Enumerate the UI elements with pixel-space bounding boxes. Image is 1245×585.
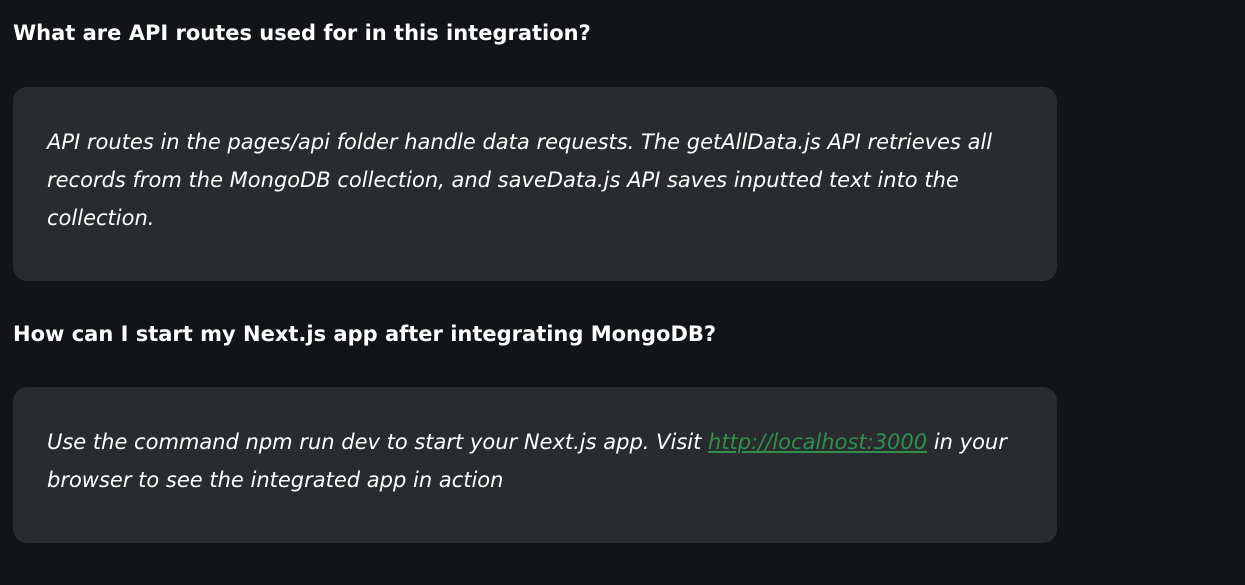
faq-answer-card: Use the command npm run dev to start you… (13, 387, 1057, 543)
faq-answer-text: Use the command npm run dev to start you… (47, 423, 1027, 499)
faq-question: What are API routes used for in this int… (13, 21, 591, 45)
localhost-link[interactable]: http://localhost:3000 (708, 430, 927, 454)
faq-answer-card: API routes in the pages/api folder handl… (13, 87, 1057, 281)
faq-answer-text: API routes in the pages/api folder handl… (47, 130, 993, 230)
faq-answer-text-before: Use the command npm run dev to start you… (47, 430, 709, 454)
faq-question: How can I start my Next.js app after int… (13, 322, 717, 346)
